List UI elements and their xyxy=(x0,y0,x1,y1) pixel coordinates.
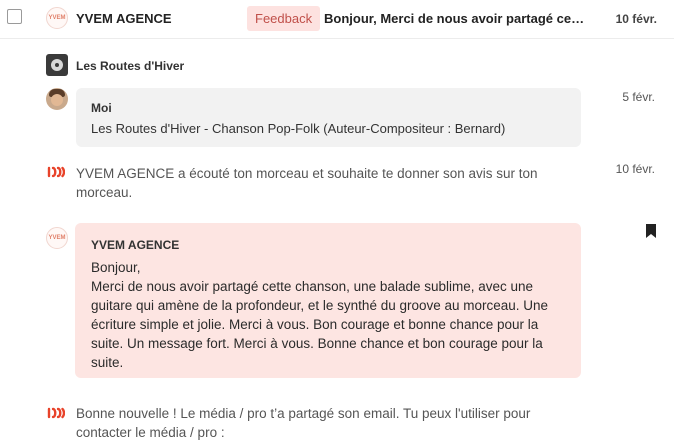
message-greeting: Bonjour, xyxy=(91,260,141,275)
logo-text: YVEM xyxy=(48,235,66,241)
event-date: 10 févr. xyxy=(615,162,655,176)
message-bubble-agency[interactable]: YVEM AGENCE Bonjour, Merci de nous avoir… xyxy=(75,223,581,378)
sender-name: YVEM AGENCE xyxy=(76,11,172,26)
feedback-badge: Feedback xyxy=(247,6,321,31)
subject-preview[interactable]: Bonjour, Merci de nous avoir partagé cet… xyxy=(324,11,586,26)
message-author: YVEM AGENCE xyxy=(91,238,180,252)
select-checkbox[interactable] xyxy=(7,9,22,24)
header-date: 10 févr. xyxy=(615,12,657,26)
brand-wave-icon xyxy=(47,407,65,419)
message-text: Les Routes d'Hiver - Chanson Pop-Folk (A… xyxy=(91,121,506,136)
yvem-agence-logo: YVEM xyxy=(46,7,68,29)
message-date: 5 févr. xyxy=(622,90,655,104)
avatar xyxy=(46,88,68,110)
message-author: Moi xyxy=(91,101,112,115)
brand-wave-icon xyxy=(47,166,65,178)
bookmark-icon[interactable] xyxy=(646,224,656,238)
event-listened-text: YVEM AGENCE a écouté ton morceau et souh… xyxy=(76,166,538,200)
yvem-agence-logo: YVEM xyxy=(46,227,68,249)
message-bubble-me[interactable]: Moi Les Routes d'Hiver - Chanson Pop-Fol… xyxy=(76,88,581,147)
vinyl-record-icon xyxy=(46,54,68,76)
message-text: Merci de nous avoir partagé cette chanso… xyxy=(91,279,549,370)
project-name[interactable]: Les Routes d'Hiver xyxy=(76,59,184,73)
logo-text: YVEM xyxy=(48,15,66,21)
message-body: Bonjour, Merci de nous avoir partagé cet… xyxy=(91,258,571,372)
event-email-text: Bonne nouvelle ! Le média / pro t’a part… xyxy=(76,406,531,440)
